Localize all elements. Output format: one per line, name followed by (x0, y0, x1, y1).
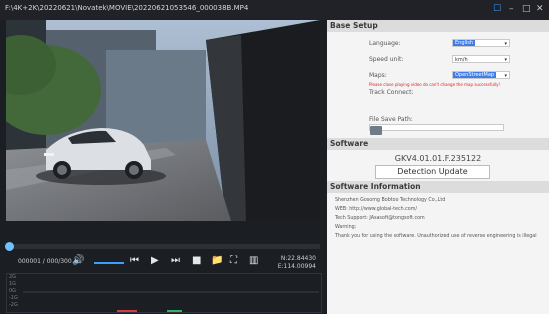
file-save-path-label: File Save Path: (369, 116, 413, 123)
software-header: Software (327, 138, 549, 150)
folder-browse-icon[interactable] (370, 126, 382, 135)
window-title: F:\4K+2K\20220621\Novatek\MOVIE\20220621… (5, 4, 249, 12)
video-image (6, 20, 320, 221)
close-button[interactable]: ✕ (536, 3, 544, 15)
version-text: GKV4.01.01.F.235122 (394, 154, 482, 163)
speed-unit-label: Speed unit: (369, 56, 404, 63)
title-bar: F:\4K+2K\20220621\Novatek\MOVIE\20220621… (0, 0, 549, 20)
chevron-down-icon: ▾ (504, 41, 507, 47)
maps-select[interactable]: OpenStreetMap ▾ (452, 71, 510, 79)
track-connect-label: Track Connect: (369, 89, 414, 96)
play-icon[interactable]: ▶ (151, 255, 159, 267)
graph-lines (23, 291, 319, 312)
folder-icon[interactable]: 📁 (211, 255, 223, 267)
speed-unit-value: km/h (455, 57, 468, 63)
maps-label: Maps: (369, 72, 387, 79)
playback-controls: 000001 / 000/300 🔊 ⏮ ▶ ⏭ ■ 📁 ⛶ ▥ N:22.84… (6, 251, 320, 273)
split-view-icon[interactable]: ▥ (249, 255, 258, 267)
volume-slider[interactable] (94, 262, 124, 264)
stop-icon[interactable]: ■ (192, 255, 201, 267)
info-support: Tech Support: JAsasoft@tongsoft.com (335, 216, 425, 221)
info-warning-text: Thank you for using the software. Unauth… (335, 234, 537, 239)
screenshot-icon[interactable]: ⛶ (230, 255, 237, 267)
time-readout: 000001 / 000/300 (18, 258, 72, 265)
previous-icon[interactable]: ⏮ (130, 255, 139, 267)
maximize-button[interactable]: □ (522, 3, 531, 15)
next-icon[interactable]: ⏭ (171, 255, 180, 267)
chevron-down-icon: ▾ (504, 57, 507, 63)
video-frame[interactable] (6, 20, 320, 221)
language-label: Language: (369, 40, 401, 47)
maps-value: OpenStreetMap (453, 72, 497, 78)
gps-readout: N:22.84430 E:114.00994 (278, 255, 316, 271)
base-setup-header: Base Setup (327, 20, 549, 32)
gsensor-graph: 2G 1G 0G -1G -2G (6, 273, 322, 313)
latitude-text: N:22.84430 (280, 255, 316, 262)
seek-bar[interactable] (5, 242, 320, 251)
info-web: WEB: http://www.global-tech.com/ (335, 207, 418, 212)
longitude-text: E:114.00994 (277, 263, 316, 270)
software-info-header: Software Information (327, 181, 549, 193)
info-warning-label: Warning: (335, 225, 357, 230)
info-company: Shenzhen Gosomg Bobtoo Technology Co.,Lt… (335, 198, 446, 203)
speed-unit-select[interactable]: km/h ▾ (452, 55, 510, 63)
seek-handle[interactable] (5, 242, 15, 251)
settings-window-icon[interactable]: ☐ (493, 3, 501, 15)
maps-warning: Please close playing video do can't chan… (369, 82, 501, 87)
volume-icon[interactable]: 🔊 (72, 255, 84, 267)
file-save-path-input[interactable] (369, 124, 504, 131)
chevron-down-icon: ▾ (504, 73, 507, 79)
language-select[interactable]: English ▾ (452, 39, 510, 47)
settings-panel: Base Setup Language: English ▾ Speed uni… (327, 20, 549, 314)
detection-update-button[interactable]: Detection Update (375, 165, 490, 179)
app-window: F:\4K+2K\20220621\Novatek\MOVIE\20220621… (0, 0, 549, 314)
language-value: English (453, 40, 476, 46)
minimize-button[interactable]: – (509, 3, 514, 15)
